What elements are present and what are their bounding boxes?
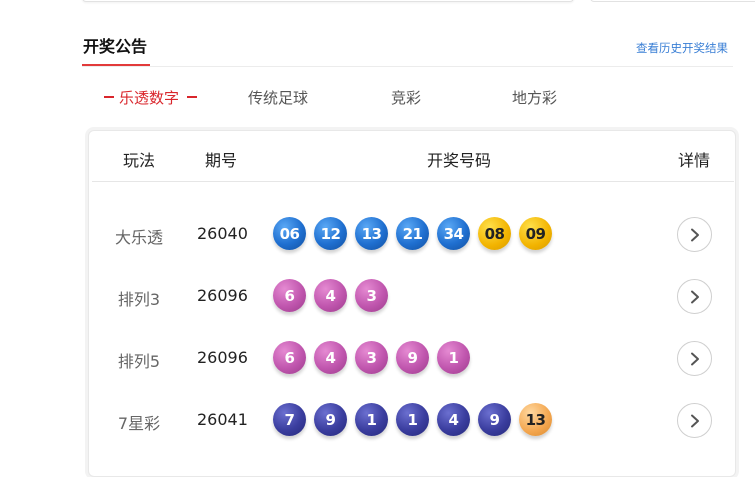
row-period: 26096 <box>197 348 248 367</box>
lottery-ball: 6 <box>273 279 306 312</box>
section-title: 开奖公告 <box>83 37 148 56</box>
history-results-link[interactable]: 查看历史开奖结果 <box>636 40 728 56</box>
lottery-ball: 09 <box>519 217 552 250</box>
lottery-ball: 21 <box>396 217 429 250</box>
tab-jingcai[interactable]: 竞彩 <box>391 87 421 108</box>
chevron-right-icon <box>690 290 699 303</box>
col-header-detail: 详情 <box>678 151 711 170</box>
lottery-ball: 3 <box>355 279 388 312</box>
active-tab-dash-left <box>104 96 114 98</box>
lottery-ball: 3 <box>355 341 388 374</box>
lottery-ball: 13 <box>355 217 388 250</box>
row-balls: 06 12 13 21 34 08 09 <box>273 217 560 250</box>
row-play-name: 排列3 <box>117 290 161 309</box>
row-play-name: 7星彩 <box>117 414 161 433</box>
lottery-ball: 12 <box>314 217 347 250</box>
row-period: 26040 <box>197 224 248 243</box>
row-period: 26041 <box>197 410 248 429</box>
tab-local-lottery[interactable]: 地方彩 <box>512 87 557 108</box>
chevron-right-icon <box>690 414 699 427</box>
lottery-ball: 06 <box>273 217 306 250</box>
lottery-ball: 9 <box>478 403 511 436</box>
lottery-ball: 6 <box>273 341 306 374</box>
header-divider-line <box>92 181 734 182</box>
col-header-numbers: 开奖号码 <box>427 151 492 170</box>
row-balls: 64391 <box>273 341 478 374</box>
chevron-right-icon <box>690 228 699 241</box>
active-tab-dash-right <box>187 96 197 98</box>
row-balls: 643 <box>273 279 396 312</box>
detail-button[interactable] <box>677 279 712 314</box>
detail-button[interactable] <box>677 341 712 376</box>
detail-button[interactable] <box>677 403 712 438</box>
lottery-ball: 1 <box>437 341 470 374</box>
row-play-name: 大乐透 <box>114 228 163 247</box>
chevron-right-icon <box>690 352 699 365</box>
row-play-name: 排列5 <box>117 352 161 371</box>
row-balls: 7 9 1 1 4 9 13 <box>273 403 560 436</box>
lottery-ball: 1 <box>396 403 429 436</box>
header-divider <box>82 66 733 67</box>
detail-button[interactable] <box>677 217 712 252</box>
lottery-ball: 08 <box>478 217 511 250</box>
top-input-box[interactable] <box>82 0 574 2</box>
top-side-box[interactable] <box>590 0 755 2</box>
lottery-ball: 7 <box>273 403 306 436</box>
row-period: 26096 <box>197 286 248 305</box>
lottery-ball: 1 <box>355 403 388 436</box>
lottery-ball: 4 <box>314 341 347 374</box>
lottery-ball: 4 <box>437 403 470 436</box>
col-header-period: 期号 <box>205 151 238 170</box>
col-header-play: 玩法 <box>123 151 156 170</box>
lottery-ball: 4 <box>314 279 347 312</box>
lottery-ball: 34 <box>437 217 470 250</box>
tab-traditional-football[interactable]: 传统足球 <box>248 87 308 108</box>
lottery-ball: 9 <box>396 341 429 374</box>
tab-lottery-numbers[interactable]: 乐透数字 <box>119 87 179 108</box>
lottery-ball: 13 <box>519 403 552 436</box>
lottery-ball: 9 <box>314 403 347 436</box>
